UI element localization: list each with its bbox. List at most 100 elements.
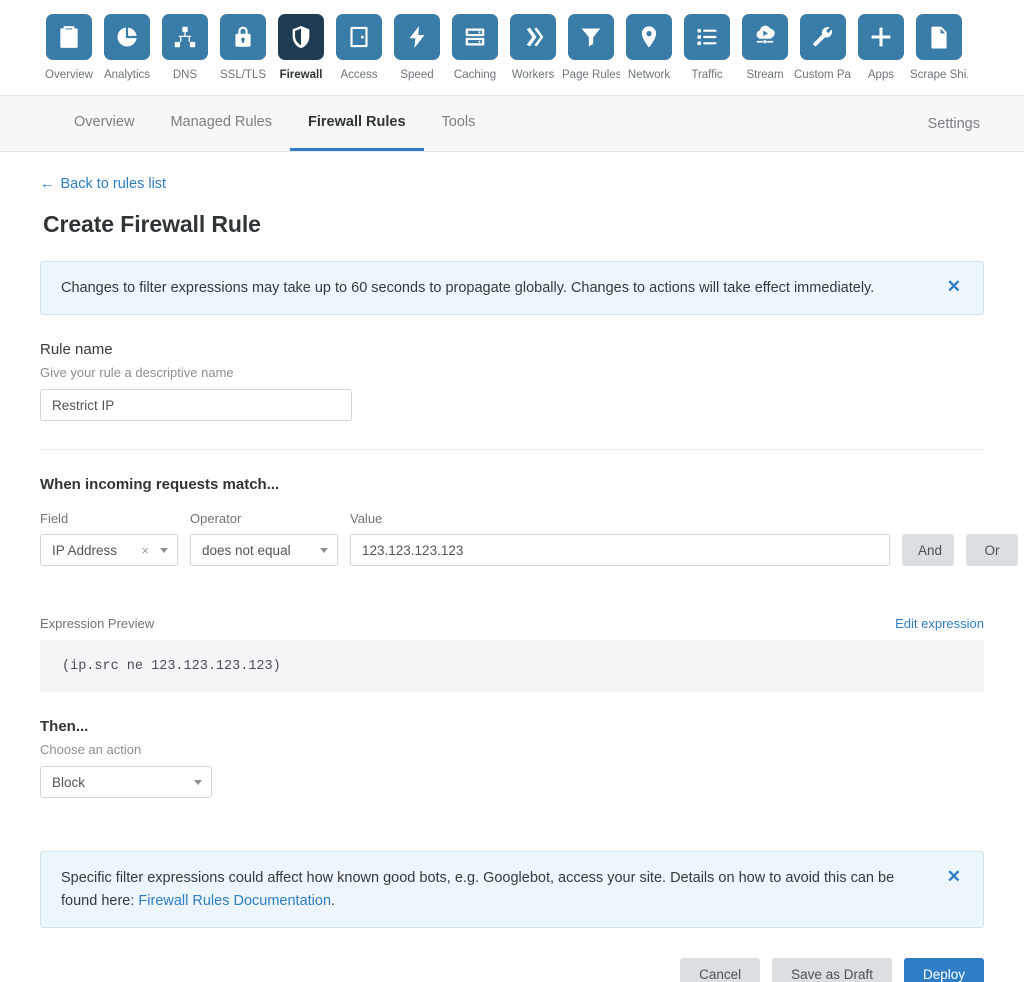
- expression-preview-code: (ip.src ne 123.123.123.123): [40, 640, 984, 693]
- shield-icon: [278, 14, 324, 60]
- operator-column: Operator does not equal: [190, 511, 338, 567]
- action-select[interactable]: Block: [40, 766, 212, 799]
- settings-link[interactable]: Settings: [928, 116, 984, 132]
- field-column: Field IP Address ×: [40, 511, 178, 567]
- tab-label: Firewall Rules: [308, 114, 406, 130]
- clear-icon[interactable]: ×: [138, 543, 152, 558]
- server-icon: [452, 14, 498, 60]
- app-nav-item-label: Workers: [511, 69, 555, 81]
- close-icon[interactable]: ✕: [945, 277, 963, 297]
- field-select-value: IP Address: [52, 542, 118, 558]
- action-select-value: Block: [52, 774, 86, 790]
- back-to-rules-list-link[interactable]: ← Back to rules list: [40, 176, 166, 192]
- firewall-sub-navigation: Overview Managed Rules Firewall Rules Tools…: [0, 96, 1024, 152]
- and-button[interactable]: And: [902, 534, 954, 567]
- edit-expression-link[interactable]: Edit expression: [895, 616, 984, 631]
- app-nav-item-speed[interactable]: Speed: [388, 14, 446, 82]
- chevron-down-icon: [320, 547, 328, 553]
- app-nav-item-label: SSL/TLS: [219, 69, 267, 81]
- firewall-rules-documentation-link[interactable]: Firewall Rules Documentation: [138, 893, 331, 909]
- tab-tools[interactable]: Tools: [424, 96, 494, 151]
- tab-label: Overview: [74, 114, 135, 130]
- tab-managed-rules[interactable]: Managed Rules: [152, 96, 290, 151]
- app-nav-item-custom-pa[interactable]: Custom Pa...: [794, 14, 852, 82]
- app-nav-item-label: Firewall: [279, 69, 323, 81]
- rule-name-label: Rule name: [40, 341, 113, 359]
- app-nav-item-overview[interactable]: Overview: [40, 14, 98, 82]
- value-input[interactable]: [350, 534, 890, 567]
- good-bots-warning-banner: Specific filter expressions could affect…: [40, 851, 984, 929]
- field-label: Field: [40, 511, 69, 527]
- app-nav-item-label: Access: [340, 69, 378, 81]
- rule-name-input[interactable]: [40, 389, 352, 422]
- wrench-icon: [800, 14, 846, 60]
- value-label: Value: [350, 511, 383, 527]
- expression-preview-label: Expression Preview: [40, 616, 155, 632]
- operator-select[interactable]: does not equal: [190, 534, 338, 567]
- page-content: ← Back to rules list Create Firewall Rul…: [0, 152, 1024, 982]
- app-nav-item-firewall[interactable]: Firewall: [272, 14, 330, 82]
- app-nav-item-label: Speed: [400, 69, 434, 81]
- rule-name-help: Give your rule a descriptive name: [40, 365, 234, 381]
- back-arrow-icon: ←: [40, 176, 55, 192]
- app-nav-item-dns[interactable]: DNS: [156, 14, 214, 82]
- app-nav-item-label: Overview: [45, 69, 93, 81]
- app-nav-item-label: Page Rules: [562, 69, 620, 81]
- app-nav-item-page-rules[interactable]: Page Rules: [562, 14, 620, 82]
- save-as-draft-button[interactable]: Save as Draft: [772, 958, 892, 982]
- app-nav-item-label: Scrape Shi...: [910, 69, 968, 81]
- app-nav-item-label: Analytics: [103, 69, 151, 81]
- map-pin-icon: [626, 14, 672, 60]
- match-condition-row: Field IP Address × Operator does not equ…: [40, 511, 1018, 567]
- sub-nav-tab-list: Overview Managed Rules Firewall Rules Tools: [56, 96, 493, 151]
- back-link-label: Back to rules list: [60, 176, 167, 192]
- pie-chart-icon: [104, 14, 150, 60]
- tab-label: Tools: [441, 114, 476, 130]
- tab-firewall-rules[interactable]: Firewall Rules: [290, 96, 424, 151]
- field-select[interactable]: IP Address ×: [40, 534, 178, 567]
- app-nav-item-analytics[interactable]: Analytics: [98, 14, 156, 82]
- choose-action-help: Choose an action: [40, 742, 142, 758]
- footer-action-buttons: Cancel Save as Draft Deploy: [40, 958, 984, 982]
- operator-label: Operator: [190, 511, 242, 527]
- document-icon: [916, 14, 962, 60]
- chevron-down-icon: [194, 779, 202, 785]
- propagation-info-banner: Changes to filter expressions may take u…: [40, 261, 984, 316]
- chevrons-icon: [510, 14, 556, 60]
- then-section-heading: Then...: [40, 718, 89, 736]
- sitemap-icon: [162, 14, 208, 60]
- close-icon[interactable]: ✕: [945, 867, 963, 887]
- funnel-icon: [568, 14, 614, 60]
- expression-preview-header: Expression Preview Edit expression: [40, 616, 984, 631]
- app-nav-item-label: Traffic: [691, 69, 723, 81]
- app-navigation-bar: Overview Analytics DNS SSL/TLS Firewall Acces…: [0, 0, 1024, 96]
- cloud-play-icon: [742, 14, 788, 60]
- app-nav-item-ssl-tls[interactable]: SSL/TLS: [214, 14, 272, 82]
- app-nav-item-label: Apps: [867, 69, 895, 81]
- deploy-button[interactable]: Deploy: [903, 958, 984, 982]
- lock-icon: [220, 14, 266, 60]
- app-nav-item-caching[interactable]: Caching: [446, 14, 504, 82]
- warning-text-after: .: [331, 892, 336, 909]
- app-nav-item-stream[interactable]: Stream: [736, 14, 794, 82]
- plus-icon: [858, 14, 904, 60]
- app-nav-item-workers[interactable]: Workers: [504, 14, 562, 82]
- app-nav-item-access[interactable]: Access: [330, 14, 388, 82]
- section-divider: [40, 449, 984, 451]
- app-nav-item-label: Stream: [746, 69, 784, 81]
- app-nav-item-scrape-shi[interactable]: Scrape Shi...: [910, 14, 968, 82]
- app-nav-item-apps[interactable]: Apps: [852, 14, 910, 82]
- tab-overview[interactable]: Overview: [56, 96, 152, 151]
- app-nav-item-label: Custom Pa...: [794, 69, 852, 81]
- app-nav-item-network[interactable]: Network: [620, 14, 678, 82]
- page-title: Create Firewall Rule: [43, 211, 261, 237]
- cancel-button[interactable]: Cancel: [680, 958, 761, 982]
- bolt-icon: [394, 14, 440, 60]
- app-nav-item-traffic[interactable]: Traffic: [678, 14, 736, 82]
- chevron-down-icon: [160, 547, 168, 553]
- good-bots-warning-text: Specific filter expressions could affect…: [61, 867, 929, 912]
- list-icon: [684, 14, 730, 60]
- propagation-info-text: Changes to filter expressions may take u…: [61, 280, 875, 296]
- or-button[interactable]: Or: [966, 534, 1018, 567]
- match-section-heading: When incoming requests match...: [40, 476, 280, 494]
